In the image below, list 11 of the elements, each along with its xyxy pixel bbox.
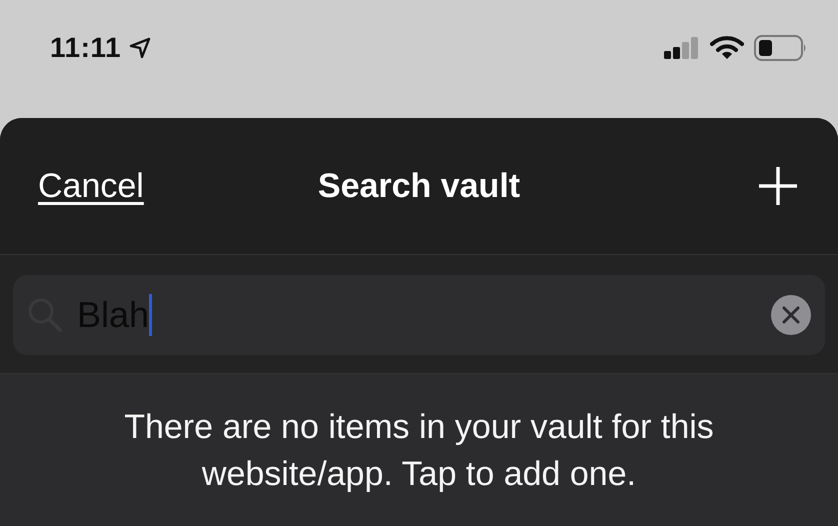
close-icon bbox=[782, 306, 800, 324]
cancel-button[interactable]: Cancel bbox=[38, 166, 144, 206]
add-button[interactable] bbox=[758, 166, 798, 206]
sheet-title: Search vault bbox=[318, 166, 520, 206]
battery-icon bbox=[754, 35, 808, 61]
wifi-icon bbox=[710, 36, 744, 60]
clear-button[interactable] bbox=[771, 295, 811, 335]
signal-icon bbox=[664, 37, 700, 59]
plus-icon bbox=[758, 166, 798, 206]
location-arrow-icon bbox=[129, 37, 152, 59]
status-time: 11:11 bbox=[50, 32, 122, 64]
